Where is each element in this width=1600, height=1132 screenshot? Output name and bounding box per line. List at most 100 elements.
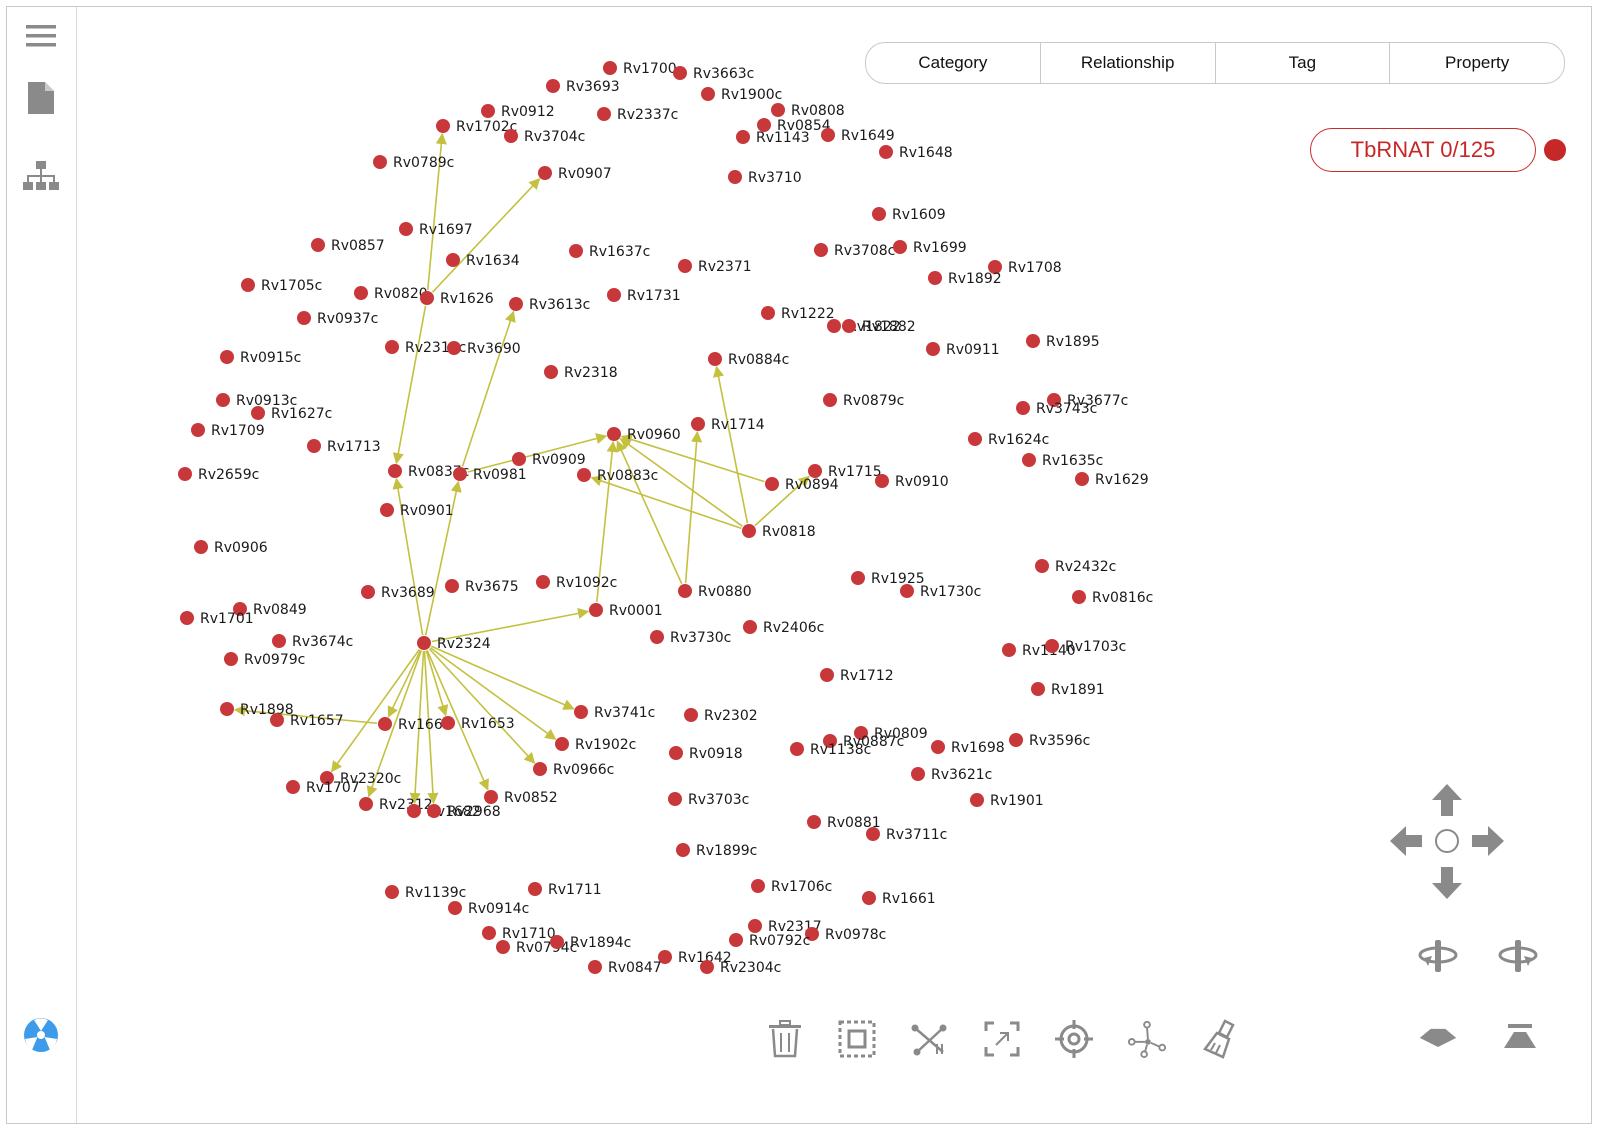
node-Rv1627c[interactable]: Rv1627c [251, 406, 332, 422]
node-dot[interactable] [569, 244, 583, 258]
node-dot[interactable] [1072, 590, 1086, 604]
node-dot[interactable] [589, 603, 603, 617]
pan-down-icon[interactable] [1427, 863, 1467, 903]
node-Rv1092c[interactable]: Rv1092c [536, 575, 617, 591]
node-Rv3596c[interactable]: Rv3596c [1009, 733, 1090, 749]
node-Rv3703c[interactable]: Rv3703c [668, 792, 749, 808]
node-Rv3663c[interactable]: Rv3663c [673, 66, 754, 82]
node-dot[interactable] [574, 705, 588, 719]
node-Rv0914c[interactable]: Rv0914c [448, 901, 529, 917]
node-Rv2304c[interactable]: Rv2304c [700, 960, 781, 976]
node-Rv3674c[interactable]: Rv3674c [272, 634, 353, 650]
node-dot[interactable] [378, 717, 392, 731]
node-dot[interactable] [1026, 334, 1040, 348]
node-Rv1609[interactable]: Rv1609 [872, 207, 946, 223]
node-Rv1713[interactable]: Rv1713 [307, 439, 381, 455]
tab-property[interactable]: Property [1390, 43, 1564, 83]
center-icon[interactable] [1427, 821, 1467, 861]
node-Rv1635c[interactable]: Rv1635c [1022, 453, 1103, 469]
node-dot[interactable] [1009, 733, 1023, 747]
node-dot[interactable] [588, 960, 602, 974]
node-Rv0880[interactable]: Rv0880 [678, 584, 752, 600]
node-dot[interactable] [668, 792, 682, 806]
node-dot[interactable] [311, 238, 325, 252]
node-dot[interactable] [191, 423, 205, 437]
node-dot[interactable] [862, 891, 876, 905]
node-Rv0909[interactable]: Rv0909 [512, 452, 586, 468]
node-Rv0818[interactable]: Rv0818 [742, 524, 816, 540]
network-graph[interactable]: Rv1700 Rv3663c Rv3693 Rv1900c Rv0912 Rv2337c R… [7, 7, 1593, 1125]
node-dot[interactable] [823, 393, 837, 407]
node-Rv1898[interactable]: Rv1898 [220, 702, 294, 718]
node-dot[interactable] [673, 66, 687, 80]
node-Rv1661[interactable]: Rv1661 [862, 891, 936, 907]
tab-tag[interactable]: Tag [1216, 43, 1391, 83]
node-Rv3743c[interactable]: Rv3743c [1016, 401, 1097, 417]
node-Rv0847[interactable]: Rv0847 [588, 960, 662, 976]
node-dot[interactable] [603, 61, 617, 75]
node-dot[interactable] [700, 960, 714, 974]
node-Rv0879c[interactable]: Rv0879c [823, 393, 904, 409]
node-Rv2406c[interactable]: Rv2406c [743, 620, 824, 636]
node-dot[interactable] [577, 468, 591, 482]
node-dot[interactable] [1075, 472, 1089, 486]
node-dot[interactable] [736, 130, 750, 144]
node-dot[interactable] [436, 119, 450, 133]
node-dot[interactable] [866, 827, 880, 841]
node-Rv3710[interactable]: Rv3710 [728, 170, 802, 186]
node-dot[interactable] [814, 243, 828, 257]
node-dot[interactable] [728, 170, 742, 184]
node-Rv0001[interactable]: Rv0001 [589, 603, 663, 619]
fit-frame-icon[interactable] [982, 1019, 1022, 1059]
node-Rv0883c[interactable]: Rv0883c [577, 468, 658, 484]
node-Rv0910[interactable]: Rv0910 [875, 474, 949, 490]
node-Rv1902c[interactable]: Rv1902c [555, 737, 636, 753]
node-Rv0966c[interactable]: Rv0966c [533, 762, 614, 778]
node-Rv1626[interactable]: Rv1626 [420, 291, 494, 307]
node-Rv0820[interactable]: Rv0820 [354, 286, 428, 302]
node-Rv3708c[interactable]: Rv3708c [814, 243, 895, 259]
node-Rv0918[interactable]: Rv0918 [669, 746, 743, 762]
node-dot[interactable] [807, 815, 821, 829]
rotate-right-icon[interactable] [1498, 936, 1538, 976]
node-Rv1637c[interactable]: Rv1637c [569, 244, 650, 260]
node-dot[interactable] [399, 222, 413, 236]
node-Rv0911[interactable]: Rv0911 [926, 342, 1000, 358]
node-Rv1697[interactable]: Rv1697 [399, 222, 473, 238]
node-dot[interactable] [417, 636, 431, 650]
node-dot[interactable] [790, 742, 804, 756]
node-dot[interactable] [509, 297, 523, 311]
edge-Rv0880-Rv1714[interactable] [684, 430, 703, 584]
node-dot[interactable] [875, 474, 889, 488]
node-dot[interactable] [968, 432, 982, 446]
node-Rv3689[interactable]: Rv3689 [361, 585, 435, 601]
node-Rv3741c[interactable]: Rv3741c [574, 705, 655, 721]
node-Rv1891[interactable]: Rv1891 [1031, 682, 1105, 698]
node-dot[interactable] [765, 477, 779, 491]
node-dot[interactable] [504, 129, 518, 143]
node-dot[interactable] [220, 702, 234, 716]
node-dot[interactable] [251, 406, 265, 420]
node-Rv1701[interactable]: Rv1701 [180, 611, 254, 627]
delete-icon[interactable] [765, 1019, 805, 1059]
node-dot[interactable] [180, 611, 194, 625]
node-Rv0912[interactable]: Rv0912 [481, 104, 555, 120]
node-Rv2302[interactable]: Rv2302 [684, 708, 758, 724]
node-dot[interactable] [1002, 643, 1016, 657]
node-Rv1705c[interactable]: Rv1705c [241, 278, 322, 294]
node-Rv0915c[interactable]: Rv0915c [220, 350, 301, 366]
node-Rv3711c[interactable]: Rv3711c [866, 827, 947, 843]
node-Rv0979c[interactable]: Rv0979c [224, 652, 305, 668]
node-dot[interactable] [820, 668, 834, 682]
node-Rv0960[interactable]: Rv0960 [607, 427, 681, 443]
node-dot[interactable] [607, 427, 621, 441]
rotate-left-icon[interactable] [1418, 936, 1458, 976]
node-Rv2659c[interactable]: Rv2659c [178, 467, 259, 483]
node-Rv1709[interactable]: Rv1709 [191, 423, 265, 439]
node-dot[interactable] [496, 940, 510, 954]
node-Rv1138c[interactable]: Rv1138c [790, 742, 871, 758]
node-Rv2318[interactable]: Rv2318 [544, 365, 618, 381]
node-dot[interactable] [270, 713, 284, 727]
tilt-up-icon[interactable] [1500, 1017, 1540, 1057]
node-dot[interactable] [748, 919, 762, 933]
